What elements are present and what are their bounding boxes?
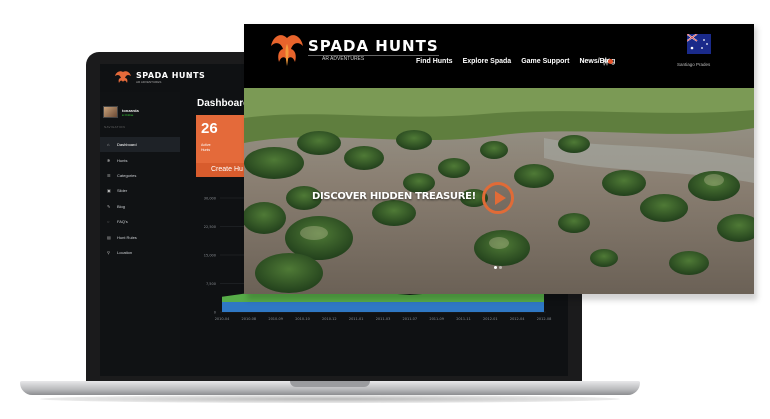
site-navbar: SPADA HUNTS AR ADVENTURES Find Hunts Exp… xyxy=(244,24,754,88)
user-name: tonzarda xyxy=(122,107,139,113)
sidebar-item-dashboard[interactable]: ⌂ Dashboard xyxy=(100,137,180,153)
laptop-shadow xyxy=(40,395,620,403)
avatar xyxy=(103,106,118,118)
mockup-scene: SPADA HUNTS AR ADVENTURES ≡ tonzarda ● O… xyxy=(0,0,770,419)
sidebar-item-label: Blog xyxy=(117,203,126,209)
nav-header: NAVIGATION xyxy=(104,125,126,129)
sidebar-item-label: Hunt Rules xyxy=(117,234,137,240)
x-tick-label: 2011-03 xyxy=(376,317,391,321)
sidebar-item-label: Slider xyxy=(117,188,128,194)
sidebar-item-categories[interactable]: ☰ Categories xyxy=(100,168,180,183)
page-title: Dashboard xyxy=(197,98,250,109)
slider-dot-active[interactable] xyxy=(494,266,497,269)
y-tick-label: 0 xyxy=(214,311,216,315)
x-tick-label: 2012-01 xyxy=(483,317,498,321)
card-label-line2: Hunts xyxy=(201,148,211,152)
comments-icon: ◌ xyxy=(107,219,110,225)
user-panel: tonzarda ● Online xyxy=(103,106,139,118)
pin-icon: ⚲ xyxy=(107,249,110,255)
x-tick-label: 2010-12 xyxy=(322,317,337,321)
x-tick-label: 2011-01 xyxy=(349,317,364,321)
y-tick-label: 15,000 xyxy=(204,254,216,258)
sidebar-item-label: Categories xyxy=(117,172,137,178)
x-tick-label: 2011-11 xyxy=(456,317,471,321)
x-tick-label: 2011-07 xyxy=(403,317,418,321)
admin-logo-sub: AR ADVENTURES xyxy=(136,79,162,84)
hamburger-icon[interactable]: ≡ xyxy=(186,71,191,81)
sidebar-item-label: Dashboard xyxy=(117,142,137,148)
hero-headline: DISCOVER HIDDEN TREASURE! xyxy=(312,191,476,202)
x-tick-label: 2010-09 xyxy=(268,317,283,321)
site-logo[interactable]: SPADA HUNTS AR ADVENTURES xyxy=(270,32,439,68)
hero-banner: DISCOVER HIDDEN TREASURE! xyxy=(244,88,754,294)
slider-dot[interactable] xyxy=(499,266,502,269)
user-status: ● Online xyxy=(122,112,134,117)
slider-dots xyxy=(494,266,502,269)
admin-sidebar: tonzarda ● Online NAVIGATION ⌂ Dashboard … xyxy=(100,92,180,376)
list-icon: ☰ xyxy=(107,172,111,178)
x-tick-label: 2010-04 xyxy=(215,317,230,321)
phoenix-logo-icon xyxy=(115,71,131,83)
home-icon: ⌂ xyxy=(107,142,110,148)
target-icon: ✻ xyxy=(107,157,111,163)
website-window: SPADA HUNTS AR ADVENTURES Find Hunts Exp… xyxy=(244,24,754,294)
user-name-label[interactable]: Santiago Prades xyxy=(677,62,710,67)
x-tick-label: 2012-04 xyxy=(510,317,525,321)
admin-logo-text: SPADA HUNTS xyxy=(136,70,206,80)
admin-logo[interactable]: SPADA HUNTS AR ADVENTURES xyxy=(114,70,205,84)
play-button-icon[interactable] xyxy=(482,182,514,214)
cart-badge xyxy=(608,59,613,64)
x-tick-label: 2010-10 xyxy=(295,317,310,321)
image-icon: ▣ xyxy=(107,188,111,194)
sidebar-item-blog[interactable]: ✎ Blog xyxy=(100,199,180,214)
sidebar-item-hunt-rules[interactable]: ▤ Hunt Rules xyxy=(100,229,180,244)
sidebar-nav: ⌂ Dashboard ✻ Hunts ☰ Categories ▣ Slider ✎ B… xyxy=(100,137,180,260)
chart-base-band xyxy=(222,302,544,312)
phoenix-logo-icon xyxy=(271,35,303,66)
y-tick-label: 22,500 xyxy=(204,225,216,229)
y-tick-label: 7,500 xyxy=(206,282,216,286)
sidebar-item-label: Hunts xyxy=(117,157,128,163)
sidebar-item-hunts[interactable]: ✻ Hunts xyxy=(100,152,180,167)
active-hunts-label: Active Hunts xyxy=(201,143,211,153)
active-hunts-count: 26 xyxy=(201,120,218,137)
sidebar-item-location[interactable]: ⚲ Location xyxy=(100,245,180,260)
site-brand: SPADA HUNTS xyxy=(308,37,439,55)
sidebar-item-faqs[interactable]: ◌ FAQ's xyxy=(100,214,180,229)
flag-icon[interactable] xyxy=(687,34,711,54)
sidebar-item-slider[interactable]: ▣ Slider xyxy=(100,183,180,198)
sidebar-item-label: Location xyxy=(117,249,133,255)
menu-game-support[interactable]: Game Support xyxy=(521,58,569,65)
pencil-icon: ✎ xyxy=(107,203,111,209)
menu-explore-spada[interactable]: Explore Spada xyxy=(463,58,512,65)
laptop-notch xyxy=(290,381,370,387)
book-icon: ▤ xyxy=(107,234,111,240)
x-tick-label: 2010-08 xyxy=(242,317,257,321)
card-label-line1: Active xyxy=(201,143,211,147)
main-menu: Find Hunts Explore Spada Game Support Ne… xyxy=(416,58,615,65)
y-tick-label: 30,000 xyxy=(204,197,216,201)
x-tick-label: 2012-08 xyxy=(537,317,552,321)
x-tick-label: 2011-09 xyxy=(429,317,444,321)
menu-find-hunts[interactable]: Find Hunts xyxy=(416,58,453,65)
sidebar-item-label: FAQ's xyxy=(117,219,128,225)
